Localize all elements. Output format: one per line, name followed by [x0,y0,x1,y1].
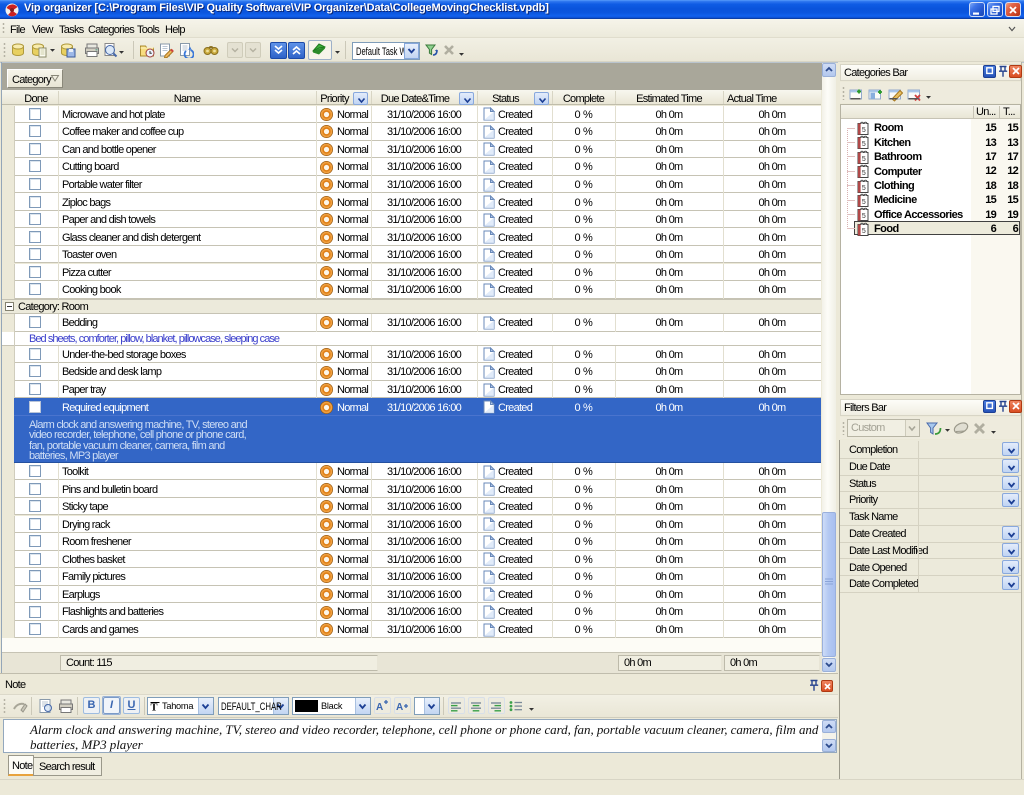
svg-text:5: 5 [862,228,866,235]
svg-text:5: 5 [862,170,866,177]
svg-text:5: 5 [862,127,866,134]
svg-text:5: 5 [862,213,866,220]
svg-text:A: A [376,702,383,712]
svg-text:T: T [151,703,158,713]
svg-text:5: 5 [862,156,866,163]
svg-text:A: A [396,702,403,712]
svg-text:5: 5 [862,199,866,206]
svg-text:5: 5 [862,185,866,192]
svg-text:5: 5 [862,141,866,148]
